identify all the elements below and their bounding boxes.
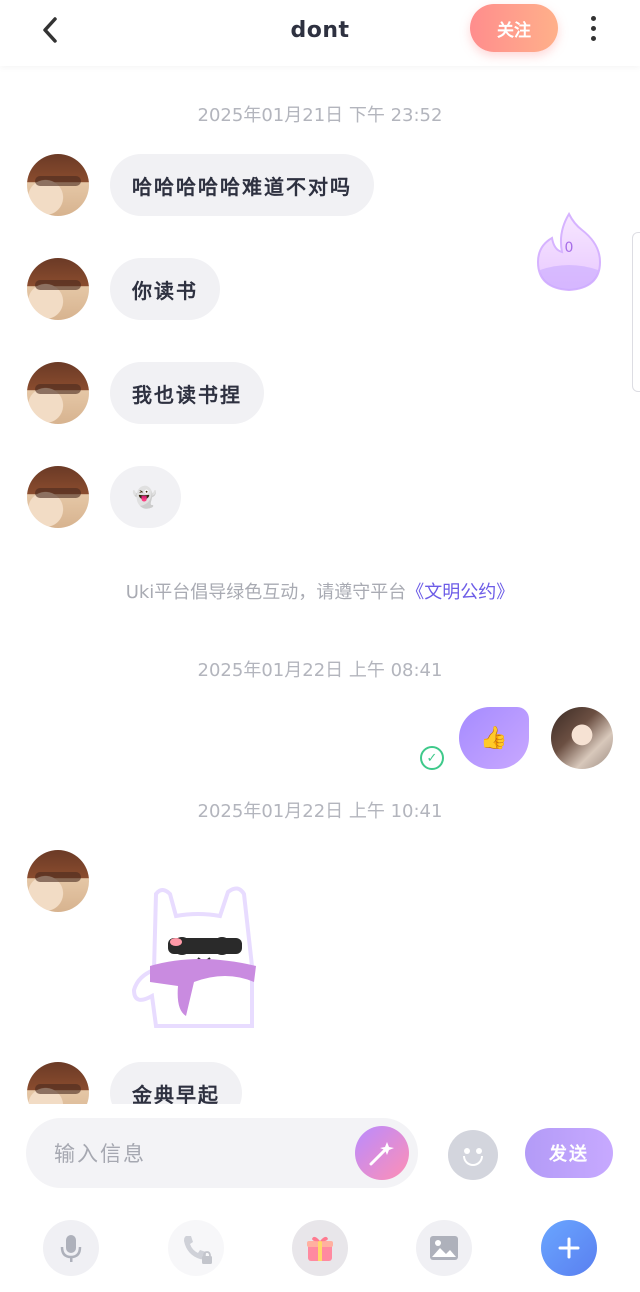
- gift-icon[interactable]: [292, 1220, 348, 1276]
- header: dont 关注: [0, 0, 640, 66]
- page-title: dont: [290, 18, 350, 43]
- avatar[interactable]: [27, 1062, 89, 1104]
- back-button[interactable]: [30, 10, 70, 50]
- more-icon[interactable]: [578, 10, 608, 46]
- civility-notice: Uki平台倡导绿色互动，请遵守平台《文明公约》: [0, 578, 640, 604]
- message-list[interactable]: 2025年01月21日 下午 23:52 哈哈哈哈哈难道不对吗 你读书 我也读书…: [0, 66, 640, 1104]
- timestamp: 2025年01月21日 下午 23:52: [197, 105, 443, 126]
- avatar[interactable]: [27, 258, 89, 320]
- side-drawer-handle[interactable]: [632, 232, 640, 392]
- fire-count: 0: [564, 240, 574, 256]
- avatar[interactable]: [27, 466, 89, 528]
- emoji-icon[interactable]: [448, 1130, 498, 1180]
- intimacy-fire-badge[interactable]: 0: [534, 211, 604, 294]
- phone-lock-icon[interactable]: [168, 1220, 224, 1276]
- message-bubble[interactable]: 👻: [110, 466, 181, 528]
- notice-text: Uki平台倡导绿色互动，请遵守平台: [125, 582, 407, 603]
- sticker-image[interactable]: [128, 886, 262, 1034]
- chevron-left-icon: [43, 17, 57, 43]
- image-icon[interactable]: [416, 1220, 472, 1276]
- message-bubble[interactable]: 金典早起: [110, 1062, 242, 1104]
- magic-wand-icon[interactable]: [355, 1126, 409, 1180]
- avatar[interactable]: [27, 850, 89, 912]
- avatar[interactable]: [27, 362, 89, 424]
- message-bubble[interactable]: 哈哈哈哈哈难道不对吗: [110, 154, 374, 216]
- send-button[interactable]: 发送: [525, 1128, 613, 1178]
- self-avatar[interactable]: [551, 707, 613, 769]
- message-bubble-self[interactable]: 👍: [459, 707, 529, 769]
- plus-icon[interactable]: [541, 1220, 597, 1276]
- timestamp: 2025年01月22日 上午 08:41: [197, 660, 443, 681]
- message-bubble[interactable]: 我也读书捏: [110, 362, 264, 424]
- message-bubble[interactable]: 你读书: [110, 258, 220, 320]
- timestamp: 2025年01月22日 上午 10:41: [197, 801, 443, 822]
- follow-button[interactable]: 关注: [470, 4, 558, 52]
- chat-screen: dont 关注 2025年01月21日 下午 23:52 哈哈哈哈哈难道不对吗 …: [0, 0, 640, 1292]
- civility-pact-link[interactable]: 《文明公约》: [406, 582, 514, 603]
- mic-icon[interactable]: [43, 1220, 99, 1276]
- avatar[interactable]: [27, 154, 89, 216]
- read-check-icon: ✓: [420, 746, 444, 770]
- input-bar: 输入信息 发送: [0, 1104, 640, 1292]
